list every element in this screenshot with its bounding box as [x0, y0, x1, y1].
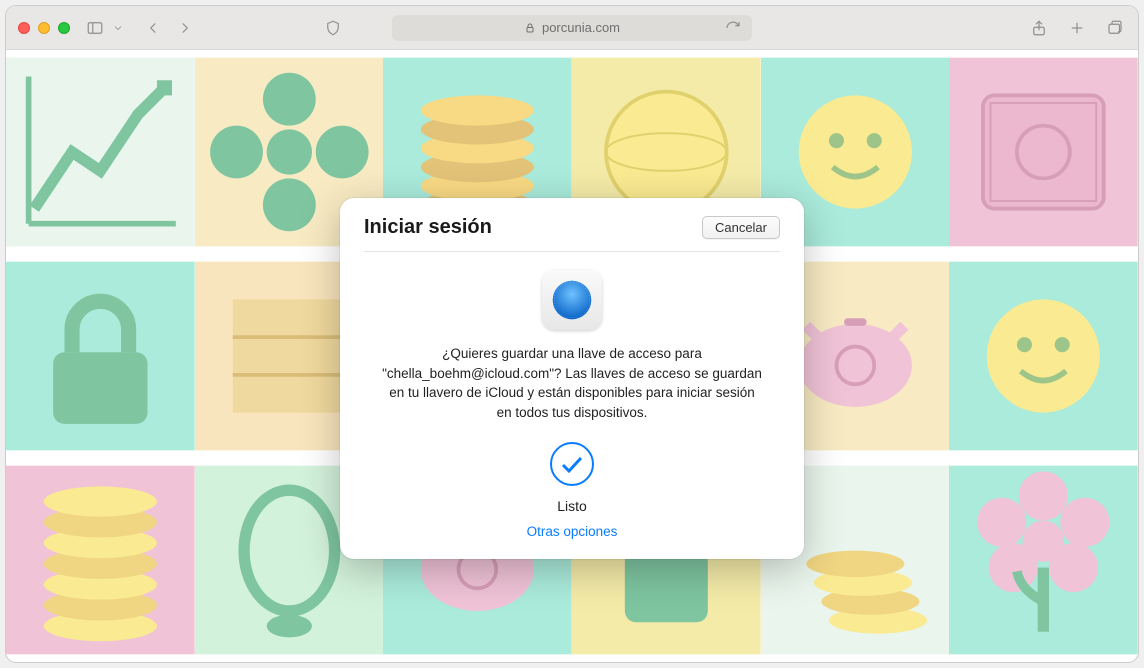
cancel-button[interactable]: Cancelar — [702, 216, 780, 239]
share-icon[interactable] — [1028, 17, 1050, 39]
address-bar[interactable]: porcunia.com — [392, 15, 752, 41]
other-options-link[interactable]: Otras opciones — [527, 524, 618, 539]
forward-button[interactable] — [174, 17, 196, 39]
sidebar-toggle-icon[interactable] — [84, 17, 106, 39]
fullscreen-window-button[interactable] — [58, 22, 70, 34]
safari-window: porcunia.com — [6, 6, 1138, 662]
browser-toolbar: porcunia.com — [6, 6, 1138, 50]
chevron-down-icon[interactable] — [112, 17, 124, 39]
safari-app-icon — [542, 270, 602, 330]
dialog-message: ¿Quieres guardar una llave de acceso par… — [382, 344, 762, 422]
minimize-window-button[interactable] — [38, 22, 50, 34]
success-check-icon — [550, 442, 594, 486]
close-window-button[interactable] — [18, 22, 30, 34]
reload-icon[interactable] — [722, 17, 744, 39]
back-button[interactable] — [142, 17, 164, 39]
tab-overview-icon[interactable] — [1104, 17, 1126, 39]
url-text: porcunia.com — [542, 20, 620, 35]
new-tab-icon[interactable] — [1066, 17, 1088, 39]
lock-icon — [524, 22, 536, 34]
dialog-title: Iniciar sesión — [364, 216, 492, 239]
done-label: Listo — [557, 498, 587, 514]
passkey-dialog: Iniciar sesión Cancelar ¿Quieres guardar… — [340, 198, 804, 559]
page-content: Iniciar sesión Cancelar ¿Quieres guardar… — [6, 50, 1138, 662]
window-controls — [18, 22, 70, 34]
privacy-report-icon[interactable] — [322, 17, 344, 39]
